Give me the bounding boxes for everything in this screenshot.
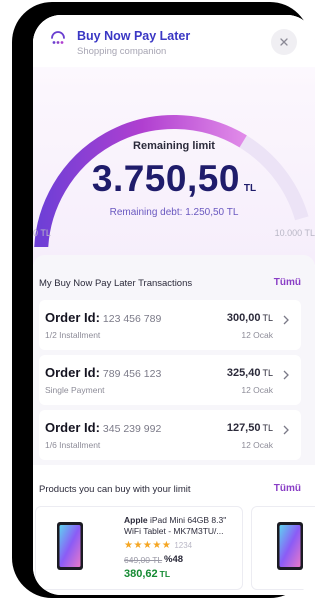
transaction-installment: 1/6 Installment	[45, 440, 101, 450]
transaction-currency: TL	[262, 313, 273, 323]
product-brand: Apple	[124, 515, 148, 525]
header: Buy Now Pay Later Shopping companion	[33, 15, 315, 67]
star-icons: ★★★★★	[124, 540, 172, 551]
app-title: Buy Now Pay Later	[77, 29, 191, 43]
transaction-order: Order Id: 345 239 992	[45, 420, 161, 435]
chevron-right-icon	[283, 370, 289, 380]
gauge-max-label: 10.000 TL	[274, 228, 315, 238]
transaction-installment: Single Payment	[45, 385, 105, 395]
order-id: 789 456 123	[102, 368, 162, 380]
product-old-price: 649,00 TL	[124, 555, 163, 565]
product-discount: %48	[164, 554, 184, 565]
transactions-see-all-link[interactable]: Tümü	[274, 277, 301, 288]
transaction-card[interactable]: Order Id: 345 239 992 1/6 Installment 127…	[39, 410, 301, 460]
transaction-order: Order Id: 789 456 123	[45, 365, 161, 380]
product-price-value: 380,62	[124, 568, 158, 580]
product-name: Apple iPad Mini 64GB 8.3" WiFi Tablet - …	[124, 515, 242, 537]
transactions-section: My Buy Now Pay Later Transactions Tümü O…	[33, 255, 315, 465]
product-price: 380,62 TL	[124, 568, 170, 580]
transaction-amount-value: 127,50	[226, 422, 261, 434]
order-label: Order Id:	[45, 310, 100, 325]
products-section: Products you can buy with your limit Tüm…	[33, 465, 315, 595]
rating-count: 1234	[174, 541, 193, 550]
order-id: 345 239 992	[102, 423, 162, 435]
transaction-amount: 127,50 TL	[227, 422, 273, 434]
transaction-currency: TL	[262, 368, 273, 378]
transaction-card[interactable]: Order Id: 789 456 123 Single Payment 325,…	[39, 355, 301, 405]
transaction-amount: 325,40 TL	[227, 367, 273, 379]
close-button[interactable]	[271, 29, 297, 55]
product-rating: ★★★★★ 1234	[124, 540, 192, 551]
products-see-all-link[interactable]: Tümü	[274, 483, 301, 494]
remaining-limit-amount-row: 3.750,50 TL	[33, 158, 315, 200]
product-card-partial[interactable]	[251, 506, 315, 590]
remaining-limit-currency: TL	[243, 183, 257, 194]
transaction-currency: TL	[262, 423, 273, 433]
transactions-title: My Buy Now Pay Later Transactions	[39, 278, 193, 289]
app-screen: Buy Now Pay Later Shopping companion Rem…	[33, 15, 315, 595]
transaction-amount-value: 300,00	[226, 312, 261, 324]
bnpl-logo-icon	[51, 31, 65, 44]
transaction-card[interactable]: Order Id: 123 456 789 1/2 Installment 300…	[39, 300, 301, 350]
tablet-image	[277, 522, 303, 570]
chevron-right-icon	[283, 315, 289, 325]
transaction-date: 12 Ocak	[241, 440, 273, 450]
remaining-limit-amount: 3.750,50	[91, 158, 240, 199]
gauge-min-label: 0 TL	[33, 228, 51, 238]
close-icon	[280, 38, 288, 46]
remaining-limit-label: Remaining limit	[133, 140, 215, 152]
transaction-date: 12 Ocak	[241, 330, 273, 340]
transaction-amount-value: 325,40	[226, 367, 261, 379]
phone-frame: Buy Now Pay Later Shopping companion Rem…	[12, 2, 315, 598]
remaining-debt: Remaining debt: 1.250,50 TL	[109, 207, 239, 218]
order-label: Order Id:	[45, 420, 100, 435]
transaction-amount: 300,00 TL	[227, 312, 273, 324]
transaction-date: 12 Ocak	[241, 385, 273, 395]
app-subtitle: Shopping companion	[77, 46, 167, 57]
tablet-image	[57, 522, 83, 570]
products-title: Products you can buy with your limit	[39, 484, 191, 495]
transaction-order: Order Id: 123 456 789	[45, 310, 161, 325]
order-label: Order Id:	[45, 365, 100, 380]
transaction-installment: 1/2 Installment	[45, 330, 101, 340]
chevron-right-icon	[283, 425, 289, 435]
limit-gauge	[34, 115, 309, 247]
product-price-currency: TL	[159, 569, 171, 579]
order-id: 123 456 789	[102, 313, 162, 325]
product-card[interactable]: Apple iPad Mini 64GB 8.3" WiFi Tablet - …	[35, 506, 243, 590]
